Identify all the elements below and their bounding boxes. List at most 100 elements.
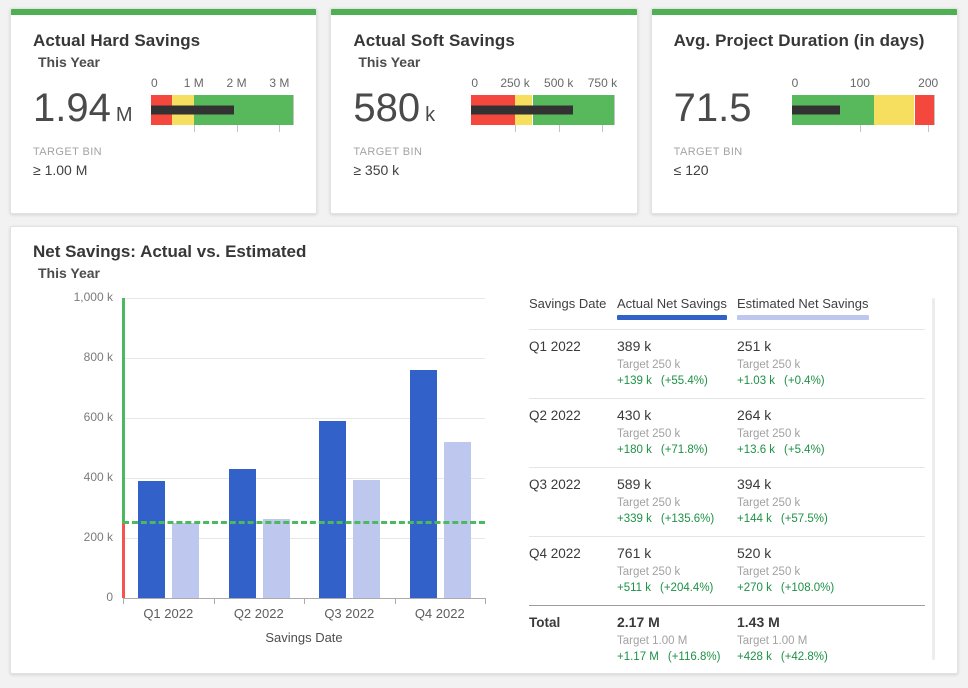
table-cell: 251 kTarget 250 k+1.03 k(+0.4%)	[737, 338, 907, 389]
bullet-tick-label: 2 M	[227, 76, 247, 90]
estimated-bar[interactable]	[444, 442, 471, 598]
col-header-savings-date[interactable]: Savings Date	[529, 296, 617, 320]
table-cell: 2.17 MTarget 1.00 M+1.17 M(+116.8%)	[617, 614, 737, 665]
actual-bar[interactable]	[319, 421, 346, 598]
kpi-card-avg-project-duration[interactable]: Avg. Project Duration (in days) 71.5 010…	[651, 8, 958, 214]
bullet-axis-labels: 01 M2 M3 M	[151, 75, 294, 91]
card-title: Actual Hard Savings	[33, 30, 294, 51]
table-cell: 1.43 MTarget 1.00 M+428 k(+42.8%)	[737, 614, 907, 665]
cell-value: 1.43 M	[737, 614, 907, 631]
estimated-bar[interactable]	[263, 519, 290, 598]
kpi-card-actual-hard-savings[interactable]: Actual Hard Savings This Year 1.94M 01 M…	[10, 8, 317, 214]
cell-change: +180 k(+71.8%)	[617, 443, 737, 458]
table-row[interactable]: Total2.17 MTarget 1.00 M+1.17 M(+116.8%)…	[529, 605, 925, 674]
cell-change: +13.6 k(+5.4%)	[737, 443, 907, 458]
cell-value: 389 k	[617, 338, 737, 355]
bullet-tick	[559, 125, 560, 132]
bullet-range-segment	[915, 95, 935, 125]
panel-content: 0200 k400 k600 k800 k1,000 kQ1 2022Q2 20…	[33, 282, 935, 674]
bullet-tick	[237, 125, 238, 132]
x-axis-tick	[214, 598, 215, 604]
cell-value: 251 k	[737, 338, 907, 355]
cell-value: 589 k	[617, 476, 737, 493]
actual-series-color-bar	[617, 315, 727, 320]
y-axis-label: 1,000 k	[33, 290, 113, 304]
target-bin-label: TARGET BIN	[674, 146, 935, 158]
table-cell: 264 kTarget 250 k+13.6 k(+5.4%)	[737, 407, 907, 458]
cell-change: +511 k(+204.4%)	[617, 581, 737, 596]
target-bin-value: ≥ 1.00 M	[33, 162, 294, 178]
cell-target: Target 250 k	[737, 358, 907, 372]
target-bin-value: ≤ 120	[674, 162, 935, 178]
x-axis-title: Savings Date	[123, 630, 485, 645]
table-row[interactable]: Q3 2022589 kTarget 250 k+339 k(+135.6%)3…	[529, 467, 925, 536]
card-body: Actual Hard Savings This Year 1.94M 01 M…	[11, 15, 316, 178]
table-row[interactable]: Q4 2022761 kTarget 250 k+511 k(+204.4%)5…	[529, 536, 925, 605]
cell-value: 430 k	[617, 407, 737, 424]
cell-change: +144 k(+57.5%)	[737, 512, 907, 527]
cell-target: Target 250 k	[617, 427, 737, 441]
x-axis-label: Q3 2022	[304, 606, 395, 621]
bullet-axis-ticks	[792, 125, 935, 133]
x-axis-tick	[304, 598, 305, 604]
bullet-axis-labels: 0100200	[792, 75, 935, 91]
actual-bar[interactable]	[138, 481, 165, 598]
card-subtitle	[679, 53, 935, 71]
kpi-value-suffix: k	[425, 104, 435, 126]
cell-change: +139 k(+55.4%)	[617, 374, 737, 389]
bullet-tick-label: 0	[471, 76, 478, 90]
kpi-value-number: 71.5	[674, 86, 752, 130]
bullet-chart: 0100200	[792, 75, 935, 135]
gridline	[123, 298, 485, 299]
bullet-tick-label: 0	[151, 76, 158, 90]
x-axis-tick	[485, 598, 486, 604]
bullet-tick-label: 500 k	[544, 76, 573, 90]
bullet-band	[471, 95, 614, 125]
estimated-bar[interactable]	[353, 480, 380, 598]
cell-change: +428 k(+42.8%)	[737, 650, 907, 665]
cell-change: +339 k(+135.6%)	[617, 512, 737, 527]
bullet-tick	[194, 125, 195, 132]
estimated-bar[interactable]	[172, 523, 199, 598]
row-label: Total	[529, 614, 617, 665]
bullet-tick	[860, 125, 861, 132]
gridline	[123, 358, 485, 359]
cell-target: Target 250 k	[737, 496, 907, 510]
bullet-range-segment	[874, 95, 915, 125]
cell-target: Target 250 k	[737, 565, 907, 579]
bullet-tick-label: 750 k	[588, 76, 617, 90]
actual-bar[interactable]	[229, 469, 256, 598]
kpi-card-row: Actual Hard Savings This Year 1.94M 01 M…	[10, 8, 958, 214]
cell-value: 761 k	[617, 545, 737, 562]
row-label: Q3 2022	[529, 476, 617, 527]
bullet-measure-bar	[471, 106, 572, 115]
bullet-tick	[279, 125, 280, 132]
bullet-tick-label: 0	[792, 76, 799, 90]
table-row[interactable]: Q1 2022389 kTarget 250 k+139 k(+55.4%)25…	[529, 329, 925, 398]
kpi-value: 1.94M	[33, 75, 151, 136]
kpi-main: 71.5 0100200	[674, 75, 935, 135]
x-axis-label: Q1 2022	[123, 606, 214, 621]
detail-table: Savings DateActual Net SavingsEstimated …	[503, 282, 935, 674]
bullet-tick-label: 3 M	[269, 76, 289, 90]
target-bin-label: TARGET BIN	[353, 146, 614, 158]
net-savings-panel[interactable]: Net Savings: Actual vs. Estimated This Y…	[10, 226, 958, 674]
panel-title: Net Savings: Actual vs. Estimated	[33, 241, 935, 262]
bullet-tick-label: 250 k	[500, 76, 529, 90]
card-subtitle: This Year	[358, 53, 614, 71]
cell-value: 394 k	[737, 476, 907, 493]
bullet-tick-label: 100	[850, 76, 870, 90]
bullet-tick	[928, 125, 929, 132]
cell-target: Target 250 k	[617, 496, 737, 510]
col-header-actual[interactable]: Actual Net Savings	[617, 296, 737, 320]
actual-bar[interactable]	[410, 370, 437, 598]
target-line	[123, 521, 485, 524]
bullet-tick	[602, 125, 603, 132]
kpi-card-actual-soft-savings[interactable]: Actual Soft Savings This Year 580k 0250 …	[330, 8, 637, 214]
table-body: Savings DateActual Net SavingsEstimated …	[529, 296, 925, 674]
target-bin-label: TARGET BIN	[33, 146, 294, 158]
col-header-estimated[interactable]: Estimated Net Savings	[737, 296, 907, 320]
table-scrollbar[interactable]	[932, 298, 935, 660]
panel-subtitle: This Year	[38, 264, 935, 282]
table-row[interactable]: Q2 2022430 kTarget 250 k+180 k(+71.8%)26…	[529, 398, 925, 467]
